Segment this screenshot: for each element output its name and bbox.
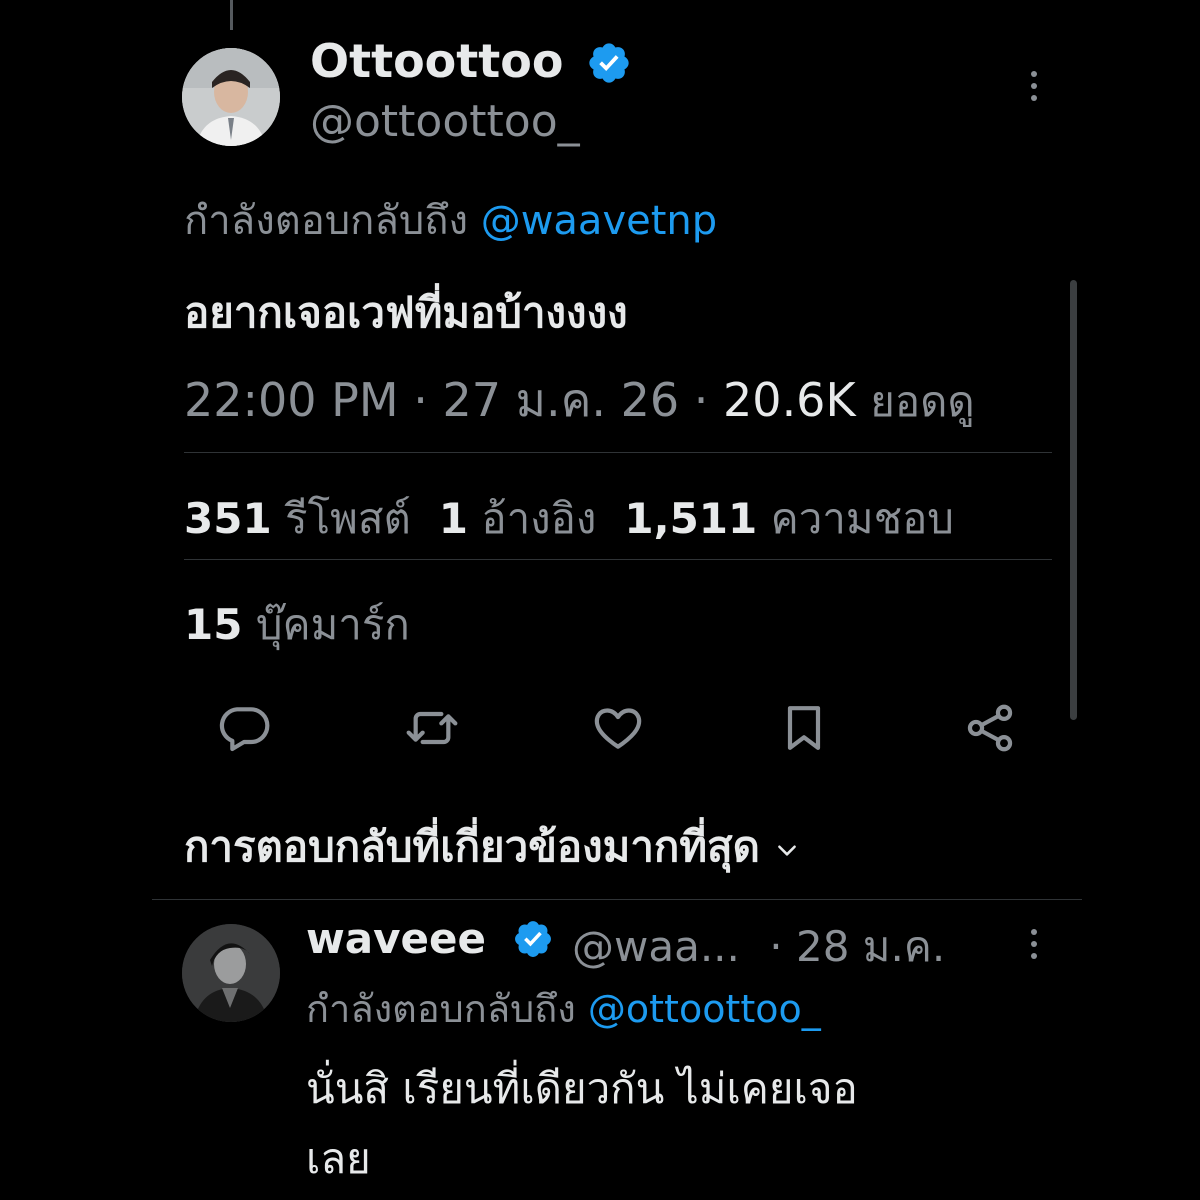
meta-separator: · [769, 922, 783, 971]
verified-badge-icon [515, 921, 551, 957]
views-label: ยอดดู [870, 377, 975, 426]
reply-text-line: เลย [306, 1134, 371, 1183]
bookmark-icon[interactable] [776, 700, 832, 756]
replying-to-prefix: กำลังตอบกลับถึง [306, 987, 576, 1031]
verified-badge-icon [589, 43, 629, 83]
retweets-count: 351 [184, 494, 272, 543]
like-icon[interactable] [590, 700, 646, 756]
divider [184, 559, 1052, 560]
quotes-label: อ้างอิง [481, 494, 597, 543]
tweet-meta: 22:00 PM · 27 ม.ค. 26 · 20.6K ยอดดู [184, 364, 975, 437]
replying-to-mention[interactable]: @waavetnp [481, 198, 717, 244]
bookmarks-label: บุ๊คมาร์ก [255, 600, 410, 649]
engagement-stats: 351 รีโพสต์ 1 อ้างอิง 1,511 ความชอบ [184, 486, 982, 552]
reply-avatar[interactable] [182, 924, 280, 1022]
reply-handle[interactable]: @waa... [572, 922, 740, 971]
avatar[interactable] [182, 48, 280, 146]
more-options-icon[interactable] [1022, 66, 1046, 106]
replies-sort-selector[interactable]: การตอบกลับที่เกี่ยวข้องมากที่สุด [184, 814, 800, 880]
reply-date[interactable]: 28 ม.ค. [796, 922, 945, 971]
divider [152, 899, 1082, 900]
reply-text-line: นั่นสิ เรียนที่เดียวกัน ไม่เคยเจอ [306, 1064, 858, 1113]
reply-display-name[interactable]: waveee [306, 914, 486, 963]
reply-header-meta: @waa... · 28 ม.ค. [572, 914, 945, 980]
bookmarks-stat[interactable]: 15 บุ๊คมาร์ก [184, 592, 438, 658]
likes-count: 1,511 [624, 494, 758, 543]
replying-to-mention[interactable]: @ottoottoo_ [588, 987, 821, 1031]
sort-label: การตอบกลับที่เกี่ยวข้องมากที่สุด [184, 822, 760, 871]
meta-separator: · [413, 373, 428, 427]
handle[interactable]: @ottoottoo_ [310, 96, 580, 147]
likes-label: ความชอบ [770, 494, 954, 543]
replying-to-line: กำลังตอบกลับถึง @waavetnp [184, 188, 717, 252]
likes-stat[interactable]: 1,511 ความชอบ [624, 494, 982, 543]
bookmarks-count: 15 [184, 600, 243, 649]
reply-replying-to-line: กำลังตอบกลับถึง @ottoottoo_ [306, 978, 821, 1039]
views-count: 20.6K [723, 373, 856, 427]
quotes-stat[interactable]: 1 อ้างอิง [439, 494, 625, 543]
action-bar [0, 700, 1200, 756]
retweet-icon[interactable] [404, 700, 460, 756]
more-options-icon[interactable] [1022, 924, 1046, 964]
display-name[interactable]: Ottoottoo [310, 34, 563, 88]
meta-separator: · [693, 373, 709, 427]
tweet-date[interactable]: 27 ม.ค. 26 [443, 373, 680, 427]
reply-icon[interactable] [216, 700, 272, 756]
quotes-count: 1 [438, 494, 468, 543]
scrollbar[interactable] [1070, 280, 1077, 720]
thread-connector-line [230, 0, 233, 30]
divider [184, 452, 1052, 453]
share-icon[interactable] [962, 700, 1018, 756]
replying-to-prefix: กำลังตอบกลับถึง [184, 198, 468, 244]
retweets-label: รีโพสต์ [285, 494, 411, 543]
tweet-time[interactable]: 22:00 PM [184, 373, 399, 427]
retweets-stat[interactable]: 351 รีโพสต์ [184, 494, 439, 543]
chevron-down-icon [778, 844, 796, 856]
tweet-text: อยากเจอเวฟที่มอบ้างงงง [184, 288, 628, 337]
